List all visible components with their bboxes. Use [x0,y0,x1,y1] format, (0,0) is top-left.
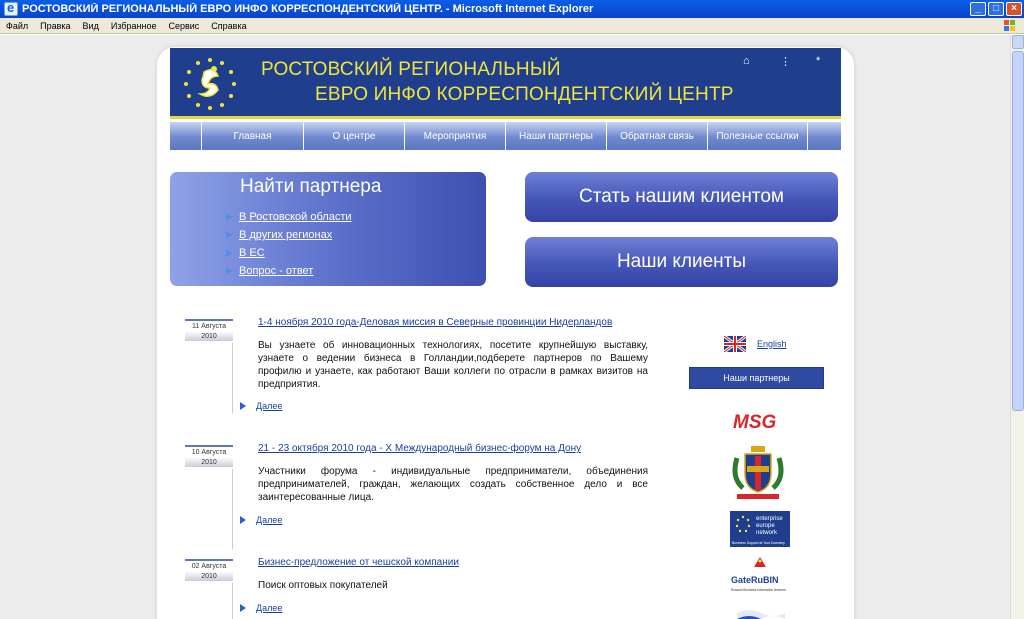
star-icon[interactable]: * [816,55,820,67]
english-label: English [757,339,787,349]
menu-tools[interactable]: Сервис [168,21,199,31]
eu-stars-logo-icon[interactable] [180,54,240,114]
menu-file[interactable]: Файл [6,21,28,31]
date-day: 10 Августа [191,449,227,456]
nav-home[interactable]: Главная [201,122,303,150]
list-item: В Ростовской области [226,208,352,226]
enterprise-europe-network-logo-icon[interactable]: enterprise europe network Business Suppo… [730,511,790,547]
nav-about[interactable]: О центре [303,122,404,150]
een-line1: enterprise [756,516,783,522]
list-item: Вопрос - ответ [226,262,352,280]
find-partner-title: Найти партнера [240,176,382,197]
msg-logo-icon[interactable]: MSG [731,410,787,432]
news-date: 11 Августа 2010 [185,319,233,341]
link-eu[interactable]: В ЕС [239,247,265,259]
read-more-link[interactable]: Далее [240,603,282,613]
ie-icon [4,0,18,16]
window-title-bar: РОСТОВСКИЙ РЕГИОНАЛЬНЫЙ ЕВРО ИНФО КОРРЕС… [0,0,1024,18]
nav-events[interactable]: Мероприятия [404,122,505,150]
menu-view[interactable]: Вид [83,21,99,31]
arrow-right-icon [226,267,232,275]
read-more-label: Далее [256,603,283,613]
arrow-right-icon [240,402,246,410]
site-title-line2: ЕВРО ИНФО КОРРЕСПОНДЕНТСКИЙ ЦЕНТР [315,84,734,105]
news-title-link[interactable]: 1-4 ноября 2010 года-Деловая миссия в Се… [258,317,612,328]
date-year: 2010 [201,459,217,466]
close-button[interactable]: × [1006,2,1022,16]
russian-flag-logo-icon[interactable] [733,607,789,619]
menu-bar: Файл Правка Вид Избранное Сервис Справка [0,18,1024,34]
nav-feedback[interactable]: Обратная связь [606,122,707,150]
timeline-divider [232,469,233,549]
sitemap-icon[interactable]: ⋮ [780,55,791,68]
een-tagline: Business Support at Your Doorstep [732,541,785,545]
rostov-coat-of-arms-icon[interactable] [729,444,787,502]
een-line2: europe [756,523,775,529]
news-date: 02 Августа 2010 [185,559,233,581]
date-year: 2010 [201,333,217,340]
windows-logo-icon [1004,20,1015,31]
browser-viewport: РОСТОВСКИЙ РЕГИОНАЛЬНЫЙ ЕВРО ИНФО КОРРЕС… [0,35,1010,619]
arrow-right-icon [226,213,232,221]
nav-partners[interactable]: Наши партнеры [505,122,606,150]
timeline-divider [232,583,233,619]
become-client-button[interactable]: Стать нашим клиентом [525,172,838,222]
gaterubin-logo-icon[interactable]: GateRuBIN Russian Business Information N… [729,555,791,597]
link-faq[interactable]: Вопрос - ответ [239,265,313,277]
gaterubin-text: GateRuBIN [731,575,779,585]
arrow-right-icon [226,249,232,257]
maximize-button[interactable]: □ [988,2,1004,16]
read-more-label: Далее [256,401,283,411]
msg-logo-text: MSG [733,412,777,432]
page-container: РОСТОВСКИЙ РЕГИОНАЛЬНЫЙ ЕВРО ИНФО КОРРЕС… [157,47,854,619]
scroll-thumb[interactable] [1012,51,1024,411]
read-more-link[interactable]: Далее [240,401,282,411]
news-body: Участники форума - индивидуальные предпр… [258,466,648,503]
date-day: 11 Августа [191,323,227,330]
find-partner-links: В Ростовской области В других регионах В… [226,208,352,280]
read-more-link[interactable]: Далее [240,515,282,525]
news-body: Поиск оптовых покупателей [258,580,388,591]
date-day: 02 Августа [191,563,227,570]
our-clients-button[interactable]: Наши клиенты [525,237,838,287]
arrow-right-icon [240,516,246,524]
scroll-up-button[interactable] [1012,35,1024,49]
vertical-scrollbar[interactable] [1010,35,1024,619]
news-title-link[interactable]: 21 - 23 октября 2010 года - X Международ… [258,443,581,454]
window-title: РОСТОВСКИЙ РЕГИОНАЛЬНЫЙ ЕВРО ИНФО КОРРЕС… [22,3,594,15]
een-line3: network [756,530,778,536]
our-partners-button[interactable]: Наши партнеры [689,367,824,389]
home-icon[interactable]: ⌂ [743,55,750,67]
menu-favorites[interactable]: Избранное [111,21,157,31]
menu-edit[interactable]: Правка [40,21,70,31]
news-body: Вы узнаете об инновационных технологиях,… [258,340,648,390]
site-title-line1: РОСТОВСКИЙ РЕГИОНАЛЬНЫЙ [261,59,561,80]
site-header: РОСТОВСКИЙ РЕГИОНАЛЬНЫЙ ЕВРО ИНФО КОРРЕС… [170,48,841,119]
menu-help[interactable]: Справка [211,21,246,31]
arrow-right-icon [240,604,246,612]
list-item: В ЕС [226,244,352,262]
news-title-link[interactable]: Бизнес-предложение от чешской компании [258,557,459,568]
read-more-label: Далее [256,515,283,525]
find-partner-box: Найти партнера В Ростовской области В др… [170,172,486,286]
date-year: 2010 [201,573,217,580]
minimize-button[interactable]: _ [970,2,986,16]
link-other-regions[interactable]: В других регионах [239,229,332,241]
nav-useful-links[interactable]: Полезные ссылки [707,122,808,150]
news-date: 10 Августа 2010 [185,445,233,467]
timeline-divider [232,343,233,413]
arrow-right-icon [226,231,232,239]
gaterubin-subtitle: Russian Business Information Network [731,588,786,592]
english-language-link[interactable]: English [724,336,787,352]
main-nav: Главная О центре Мероприятия Наши партне… [170,122,841,150]
list-item: В других регионах [226,226,352,244]
link-rostov-region[interactable]: В Ростовской области [239,211,352,223]
uk-flag-icon [724,336,746,352]
